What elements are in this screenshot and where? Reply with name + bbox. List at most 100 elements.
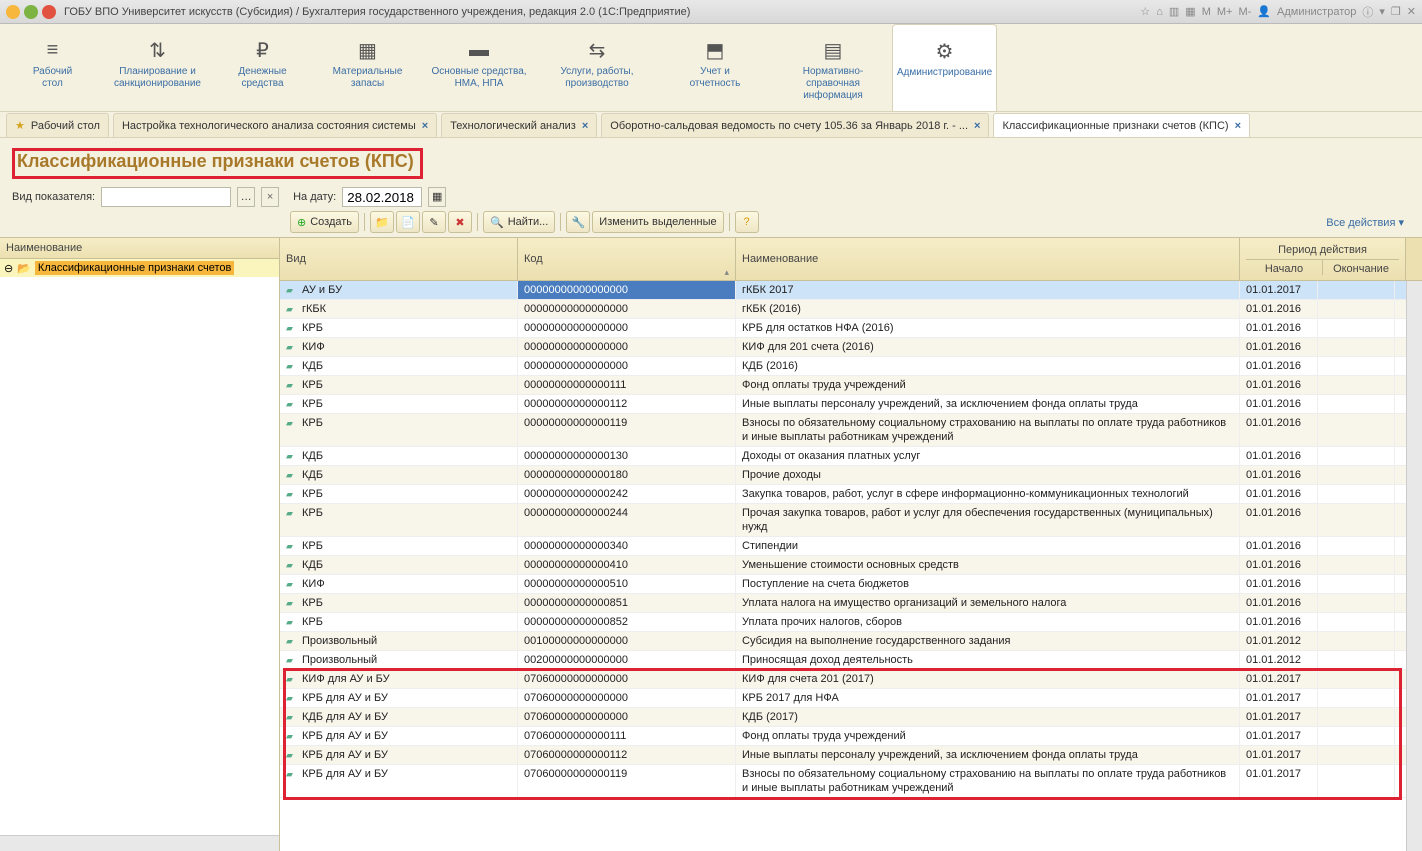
calendar-icon[interactable]: ▦ — [428, 187, 446, 207]
nav-item[interactable]: ⬒Учет иотчетность — [656, 24, 774, 111]
current-user[interactable]: Администратор — [1277, 6, 1356, 18]
table-row[interactable]: ▰КРБ00000000000000851Уплата налога на им… — [280, 594, 1422, 613]
col-head-kod[interactable]: Код▴ — [518, 238, 736, 280]
tab[interactable]: Настройка технологического анализа состо… — [113, 113, 437, 137]
col-head-vid[interactable]: Вид — [280, 238, 518, 280]
window-max-icon[interactable] — [24, 5, 38, 19]
table-row[interactable]: ▰Произвольный00100000000000000Субсидия н… — [280, 632, 1422, 651]
tab[interactable]: Технологический анализ× — [441, 113, 597, 137]
tb-mminus-icon[interactable]: M- — [1238, 6, 1251, 18]
table-row[interactable]: ▰КИФ для АУ и БУ07060000000000000КИФ для… — [280, 670, 1422, 689]
nav-item[interactable]: ▬Основные средства,НМА, НПА — [420, 24, 538, 111]
tb-icon[interactable]: ☆ — [1140, 5, 1150, 18]
tab-close-icon[interactable]: × — [422, 120, 428, 132]
cell-nach: 01.01.2016 — [1240, 613, 1318, 631]
table-row[interactable]: ▰КРБ для АУ и БУ07060000000000119Взносы … — [280, 765, 1422, 798]
copy-button[interactable]: 📄 — [396, 211, 420, 233]
tab-close-icon[interactable]: × — [1235, 120, 1241, 132]
nav-item[interactable]: ⇆Услуги, работы,производство — [538, 24, 656, 111]
minimize-icon[interactable]: ▾ — [1379, 5, 1385, 18]
table-row[interactable]: ▰АУ и БУ00000000000000000гКБК 201701.01.… — [280, 281, 1422, 300]
create-button[interactable]: ⊕Создать — [290, 211, 359, 233]
tb-icon[interactable]: ▦ — [1185, 5, 1195, 18]
nav-item[interactable]: ▤Нормативно-справочнаяинформация — [774, 24, 892, 111]
tree-item[interactable]: ⊖ 📂 Классификационные признаки счетов — [0, 259, 279, 277]
table-row[interactable]: ▰КРБ для АУ и БУ07060000000000111Фонд оп… — [280, 727, 1422, 746]
left-pane-header[interactable]: Наименование — [0, 237, 279, 259]
tab[interactable]: ★Рабочий стол — [6, 113, 109, 137]
tb-icon[interactable]: ⌂ — [1156, 6, 1163, 18]
new-folder-button[interactable]: 📁 — [370, 211, 394, 233]
nav-label: Денежныесредства — [234, 64, 290, 92]
table-row[interactable]: ▰КРБ00000000000000112Иные выплаты персон… — [280, 395, 1422, 414]
col-head-period[interactable]: Период действия Начало Окончание — [1240, 238, 1406, 280]
col-head-naim[interactable]: Наименование — [736, 238, 1240, 280]
indicator-type-input[interactable] — [101, 187, 231, 207]
table-row[interactable]: ▰КРБ00000000000000119Взносы по обязатель… — [280, 414, 1422, 447]
table-row[interactable]: ▰Произвольный00200000000000000Приносящая… — [280, 651, 1422, 670]
cell-kod: 07060000000000000 — [518, 708, 736, 726]
close-icon[interactable]: ✕ — [1407, 5, 1416, 18]
tab[interactable]: Оборотно-сальдовая ведомость по счету 10… — [601, 113, 989, 137]
table-row[interactable]: ▰КРБ00000000000000111Фонд оплаты труда у… — [280, 376, 1422, 395]
tab[interactable]: Классификационные признаки счетов (КПС)× — [993, 113, 1250, 137]
nav-item[interactable]: ⇅Планирование исанкционирование — [105, 24, 210, 111]
table-row[interactable]: ▰КДБ00000000000000000КДБ (2016)01.01.201… — [280, 357, 1422, 376]
cell-naim: Приносящая доход деятельность — [736, 651, 1240, 669]
cell-okon — [1318, 594, 1395, 612]
h-scrollbar[interactable] — [0, 835, 279, 851]
filter-button[interactable]: 🔧 — [566, 211, 590, 233]
select-button[interactable]: … — [237, 187, 255, 207]
grid-body[interactable]: ▰АУ и БУ00000000000000000гКБК 201701.01.… — [280, 281, 1422, 851]
edit-button[interactable]: ✎ — [422, 211, 446, 233]
table-row[interactable]: ▰КДБ00000000000000130Доходы от оказания … — [280, 447, 1422, 466]
info-icon[interactable]: ⓘ — [1362, 4, 1373, 20]
table-row[interactable]: ▰КРБ для АУ и БУ07060000000000000КРБ 201… — [280, 689, 1422, 708]
table-row[interactable]: ▰КДБ для АУ и БУ07060000000000000КДБ (20… — [280, 708, 1422, 727]
table-row[interactable]: ▰гКБК00000000000000000гКБК (2016)01.01.2… — [280, 300, 1422, 319]
find-button[interactable]: 🔍Найти... — [483, 211, 555, 233]
cell-naim: Уменьшение стоимости основных средств — [736, 556, 1240, 574]
cell-vid: ▰КРБ — [280, 537, 518, 555]
tab-close-icon[interactable]: × — [974, 120, 980, 132]
expand-icon[interactable]: ⊖ — [4, 262, 13, 275]
col-head-nach[interactable]: Начало — [1246, 260, 1323, 275]
table-row[interactable]: ▰КРБ00000000000000340Стипендии01.01.2016 — [280, 537, 1422, 556]
tb-m-icon[interactable]: M — [1202, 6, 1211, 18]
nav-item[interactable]: ⚙Администрирование — [892, 24, 997, 111]
table-row[interactable]: ▰КРБ для АУ и БУ07060000000000112Иные вы… — [280, 746, 1422, 765]
table-row[interactable]: ▰КДБ00000000000000180Прочие доходы01.01.… — [280, 466, 1422, 485]
cell-kod: 00000000000000180 — [518, 466, 736, 484]
nav-item[interactable]: ₽Денежныесредства — [210, 24, 315, 111]
cell-kod: 07060000000000119 — [518, 765, 736, 797]
all-actions-link[interactable]: Все действия ▾ — [1326, 216, 1404, 229]
restore-icon[interactable]: ❐ — [1391, 5, 1401, 18]
window-close-icon[interactable] — [42, 5, 56, 19]
edit-selected-button[interactable]: Изменить выделенные — [592, 211, 723, 233]
left-tree[interactable]: ⊖ 📂 Классификационные признаки счетов — [0, 259, 279, 851]
table-row[interactable]: ▰КРБ00000000000000000КРБ для остатков НФ… — [280, 319, 1422, 338]
tb-mplus-icon[interactable]: M+ — [1217, 6, 1233, 18]
row-icon: ▰ — [286, 579, 296, 590]
table-row[interactable]: ▰КРБ00000000000000852Уплата прочих налог… — [280, 613, 1422, 632]
table-row[interactable]: ▰КИФ00000000000000000КИФ для 201 счета (… — [280, 338, 1422, 357]
table-row[interactable]: ▰КДБ00000000000000410Уменьшение стоимост… — [280, 556, 1422, 575]
nav-item[interactable]: ▦Материальныезапасы — [315, 24, 420, 111]
nav-label: Планирование исанкционирование — [110, 64, 205, 92]
window-min-icon[interactable] — [6, 5, 20, 19]
nav-item[interactable]: ≡Рабочийстол — [0, 24, 105, 111]
help-button[interactable]: ? — [735, 211, 759, 233]
cell-vid: ▰КДБ — [280, 447, 518, 465]
table-row[interactable]: ▰КИФ00000000000000510Поступление на счет… — [280, 575, 1422, 594]
tab-close-icon[interactable]: × — [582, 120, 588, 132]
cell-vid: ▰КРБ для АУ и БУ — [280, 727, 518, 745]
table-row[interactable]: ▰КРБ00000000000000244Прочая закупка това… — [280, 504, 1422, 537]
clear-button[interactable]: × — [261, 187, 279, 207]
v-scrollbar[interactable] — [1406, 281, 1422, 851]
cell-okon — [1318, 632, 1395, 650]
col-head-okon[interactable]: Окончание — [1323, 260, 1399, 275]
delete-button[interactable]: ✖ — [448, 211, 472, 233]
table-row[interactable]: ▰КРБ00000000000000242Закупка товаров, ра… — [280, 485, 1422, 504]
tb-icon[interactable]: ▥ — [1169, 5, 1179, 18]
date-input[interactable] — [342, 187, 422, 207]
